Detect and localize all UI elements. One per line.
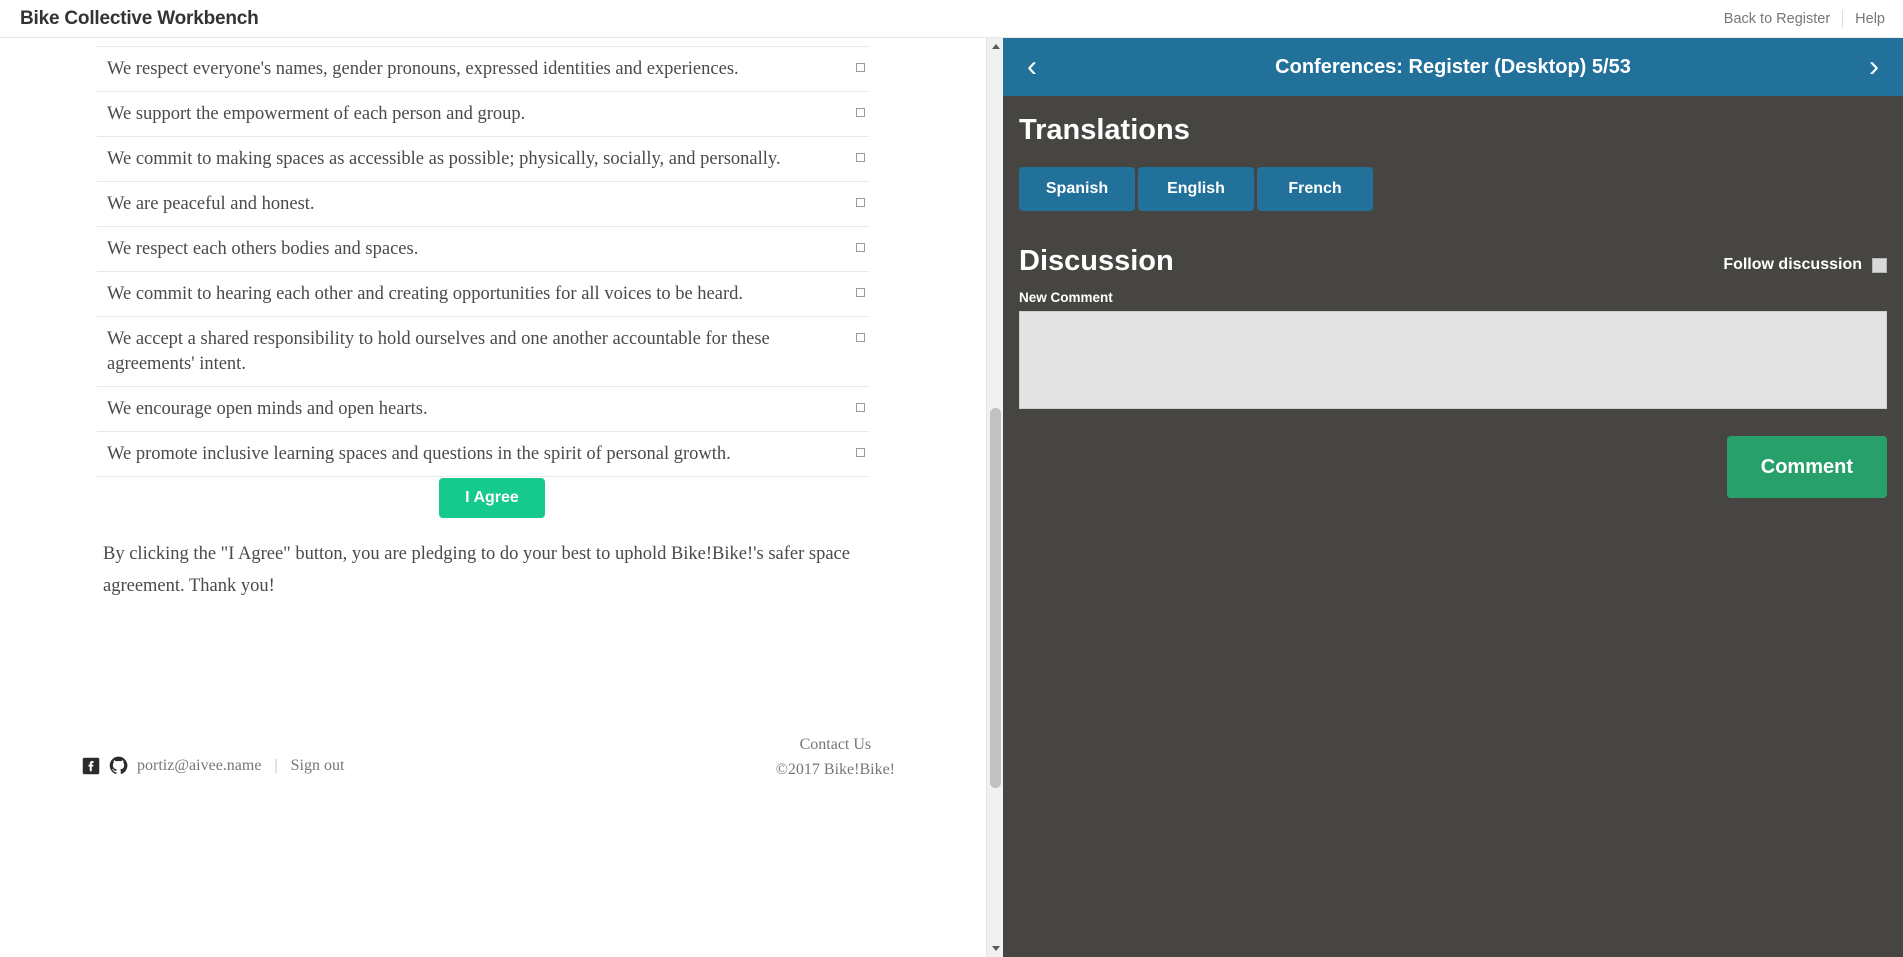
footer-divider: | xyxy=(270,757,281,775)
agreement-text: We commit to hearing each other and crea… xyxy=(107,282,856,307)
agreement-text: We promote inclusive learning spaces and… xyxy=(107,442,856,467)
agreement-row: We encourage open minds and open hearts. xyxy=(97,387,869,432)
language-button-spanish[interactable]: Spanish xyxy=(1019,167,1135,211)
safer-space-agreement-list: We respect everyone's names, gender pron… xyxy=(97,46,869,477)
footer-left-group: portiz@aivee.name | Sign out xyxy=(82,756,344,775)
agreement-text: We are peaceful and honest. xyxy=(107,192,856,217)
translations-heading: Translations xyxy=(1019,114,1887,147)
language-button-english[interactable]: English xyxy=(1138,167,1254,211)
translation-language-buttons: SpanishEnglishFrench xyxy=(1019,167,1887,211)
scroll-down-arrow-icon[interactable] xyxy=(987,940,1004,957)
follow-discussion-label: Follow discussion xyxy=(1723,256,1862,274)
footer-right-group: Contact Us ©2017 Bike!Bike! xyxy=(776,732,895,782)
agreement-row-marker-icon[interactable] xyxy=(856,108,865,117)
follow-discussion-group: Follow discussion xyxy=(1723,256,1887,278)
agreement-text: We commit to making spaces as accessible… xyxy=(107,147,856,172)
agreement-row-marker-icon[interactable] xyxy=(856,288,865,297)
contact-us-link[interactable]: Contact Us xyxy=(776,732,895,757)
main-content-column: We respect everyone's names, gender pron… xyxy=(0,38,1003,957)
agreement-text: We encourage open minds and open hearts. xyxy=(107,397,856,422)
top-navbar: Bike Collective Workbench Back to Regist… xyxy=(0,0,1903,38)
agreement-row: We commit to hearing each other and crea… xyxy=(97,272,869,317)
agreement-row: We are peaceful and honest. xyxy=(97,182,869,227)
agree-button-container: I Agree xyxy=(97,478,887,518)
agreement-row-marker-icon[interactable] xyxy=(856,403,865,412)
page-footer: portiz@aivee.name | Sign out Contact Us … xyxy=(0,728,1003,808)
discussion-header-row: Discussion Follow discussion xyxy=(1019,245,1887,278)
agreement-row-marker-icon[interactable] xyxy=(856,448,865,457)
agreement-row-marker-icon[interactable] xyxy=(856,153,865,162)
pledge-description: By clicking the "I Agree" button, you ar… xyxy=(103,538,893,602)
scrollbar-thumb[interactable] xyxy=(990,408,1001,788)
panel-body: Translations SpanishEnglishFrench Discus… xyxy=(1003,96,1903,498)
agreement-row-marker-icon[interactable] xyxy=(856,243,865,252)
language-button-french[interactable]: French xyxy=(1257,167,1373,211)
chevron-left-icon[interactable]: ‹ xyxy=(1019,52,1045,82)
scroll-up-arrow-icon[interactable] xyxy=(987,38,1004,55)
agreement-row: We respect everyone's names, gender pron… xyxy=(97,46,869,92)
agreement-row-marker-icon[interactable] xyxy=(856,198,865,207)
panel-header: ‹ Conferences: Register (Desktop) 5/53 › xyxy=(1003,38,1903,96)
agreement-row-marker-icon[interactable] xyxy=(856,63,865,72)
new-comment-textarea[interactable] xyxy=(1019,311,1887,409)
comment-button-row: Comment xyxy=(1019,436,1887,498)
agreement-text: We respect each others bodies and spaces… xyxy=(107,237,856,262)
facebook-icon[interactable] xyxy=(82,757,100,775)
i-agree-button[interactable]: I Agree xyxy=(439,478,545,518)
app-brand-title: Bike Collective Workbench xyxy=(20,8,259,30)
copyright-text: ©2017 Bike!Bike! xyxy=(776,761,895,778)
github-icon[interactable] xyxy=(109,756,128,775)
agreement-row: We respect each others bodies and spaces… xyxy=(97,227,869,272)
sign-out-link[interactable]: Sign out xyxy=(291,757,345,775)
user-email-link[interactable]: portiz@aivee.name xyxy=(137,757,261,775)
navbar-right-links: Back to Register Help xyxy=(1712,10,1897,28)
new-comment-label: New Comment xyxy=(1019,290,1887,305)
agreement-row: We accept a shared responsibility to hol… xyxy=(97,317,869,387)
right-side-panel: ‹ Conferences: Register (Desktop) 5/53 ›… xyxy=(1003,38,1903,957)
help-link[interactable]: Help xyxy=(1843,11,1897,27)
chevron-right-icon[interactable]: › xyxy=(1861,52,1887,82)
agreement-text: We respect everyone's names, gender pron… xyxy=(107,57,856,82)
agreement-row: We support the empowerment of each perso… xyxy=(97,92,869,137)
page-scrollbar[interactable] xyxy=(986,38,1003,957)
panel-title: Conferences: Register (Desktop) 5/53 xyxy=(1045,56,1861,79)
follow-discussion-checkbox[interactable] xyxy=(1872,258,1887,273)
back-to-register-link[interactable]: Back to Register xyxy=(1712,11,1842,27)
agreement-text: We accept a shared responsibility to hol… xyxy=(107,327,856,377)
submit-comment-button[interactable]: Comment xyxy=(1727,436,1887,498)
agreement-row-marker-icon[interactable] xyxy=(856,333,865,342)
agreement-row: We commit to making spaces as accessible… xyxy=(97,137,869,182)
agreement-row: We promote inclusive learning spaces and… xyxy=(97,432,869,477)
discussion-heading: Discussion xyxy=(1019,245,1723,278)
agreement-text: We support the empowerment of each perso… xyxy=(107,102,856,127)
